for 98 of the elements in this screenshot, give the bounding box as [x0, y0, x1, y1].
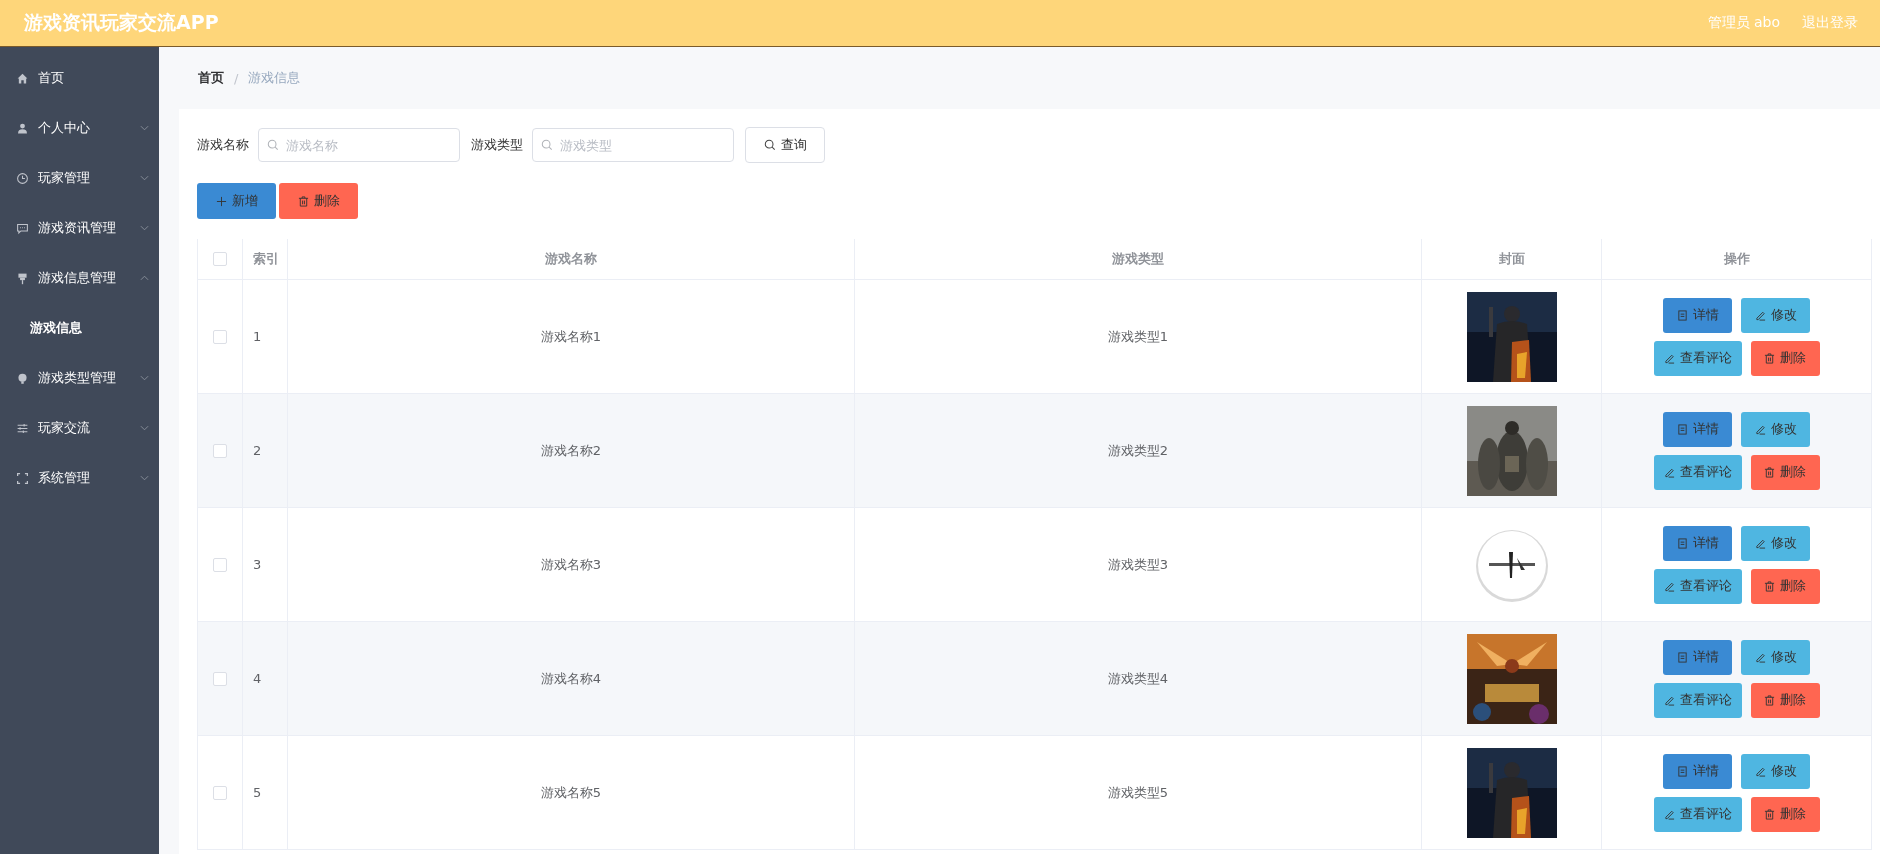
home-icon	[16, 71, 29, 85]
detail-button[interactable]: 详情	[1663, 525, 1732, 561]
trash-icon	[1764, 694, 1775, 706]
pencil-icon	[1754, 423, 1766, 435]
pencil-icon	[1754, 537, 1766, 549]
breadcrumb-item: 游戏信息	[248, 69, 301, 87]
table-cell: 3	[253, 557, 262, 572]
column-header: 游戏名称	[545, 250, 597, 268]
table-cell: 游戏名称4	[540, 669, 602, 688]
trash-icon	[1764, 580, 1775, 592]
table-cell: 游戏类型4	[1107, 669, 1169, 688]
checkbox[interactable]	[213, 785, 227, 800]
sliders-icon	[16, 421, 29, 435]
pencil-icon	[1754, 309, 1766, 321]
query-button[interactable]: 查询	[745, 127, 825, 163]
table-cell: 游戏名称2	[540, 441, 602, 460]
document-icon	[1676, 651, 1688, 663]
field-label: 游戏类型	[471, 136, 523, 154]
pin-icon	[16, 271, 29, 285]
document-icon	[1676, 309, 1688, 321]
table-cell: 1	[253, 329, 262, 344]
table-cell: 2	[253, 443, 262, 458]
pencil-icon	[1663, 466, 1675, 478]
menu-item[interactable]: 玩家管理	[0, 153, 159, 203]
field-label: 游戏名称	[197, 136, 249, 154]
pencil-icon	[1663, 352, 1675, 364]
table-cell: 游戏类型2	[1107, 441, 1169, 460]
trash-icon	[1764, 466, 1775, 478]
clock-icon	[16, 171, 29, 185]
comment-button[interactable]: 查看评论	[1653, 682, 1742, 718]
table-cell: 4	[253, 671, 262, 686]
table-cell: 游戏名称1	[540, 327, 602, 346]
comment-button[interactable]: 查看评论	[1653, 340, 1742, 376]
pencil-icon	[1754, 765, 1766, 777]
table-cell: 游戏类型5	[1107, 783, 1169, 802]
table-cell: 游戏类型1	[1107, 327, 1169, 346]
column-header: 游戏类型	[1112, 250, 1164, 268]
table-cell: 5	[253, 785, 262, 800]
search-icon	[763, 139, 776, 151]
delete-button[interactable]: 删除	[1750, 340, 1820, 376]
pencil-icon	[1663, 694, 1675, 706]
breadcrumb-item[interactable]: 首页	[198, 69, 224, 87]
delete-button[interactable]: 删除	[279, 183, 358, 219]
document-icon	[1676, 423, 1688, 435]
bulb-icon	[16, 371, 29, 385]
edit-button[interactable]: 修改	[1741, 297, 1810, 333]
pencil-icon	[1754, 651, 1766, 663]
plus-icon	[215, 195, 227, 207]
search-field[interactable]: 游戏类型	[532, 128, 734, 162]
user-name: 管理员 abo	[1707, 14, 1780, 32]
menu-item[interactable]: 游戏类型管理	[0, 353, 159, 403]
column-header: 封面	[1498, 250, 1525, 268]
column-header: 操作	[1723, 250, 1750, 268]
checkbox[interactable]	[213, 252, 227, 266]
comment-button[interactable]: 查看评论	[1653, 454, 1742, 490]
trash-icon	[1764, 352, 1775, 364]
edit-button[interactable]: 修改	[1741, 753, 1810, 789]
table-cell: 游戏类型3	[1107, 555, 1169, 574]
delete-button[interactable]: 删除	[1750, 454, 1820, 490]
menu-item[interactable]: 系统管理	[0, 453, 159, 503]
menu-item[interactable]: 个人中心	[0, 103, 159, 153]
pencil-icon	[1663, 580, 1675, 592]
checkbox[interactable]	[213, 329, 227, 344]
trash-icon	[297, 195, 309, 207]
comment-button[interactable]: 查看评论	[1653, 796, 1742, 832]
detail-button[interactable]: 详情	[1663, 297, 1732, 333]
edit-button[interactable]: 修改	[1741, 525, 1810, 561]
delete-button[interactable]: 删除	[1750, 568, 1820, 604]
edit-button[interactable]: 修改	[1741, 639, 1810, 675]
document-icon	[1676, 765, 1688, 777]
comment-button[interactable]: 查看评论	[1653, 568, 1742, 604]
table-cell: 游戏名称3	[540, 555, 602, 574]
frame-icon	[16, 471, 29, 485]
user-icon	[16, 121, 29, 135]
checkbox[interactable]	[213, 671, 227, 686]
menu-item[interactable]: 首页	[0, 53, 159, 103]
document-icon	[1676, 537, 1688, 549]
menu-item[interactable]: 玩家交流	[0, 403, 159, 453]
breadcrumb-separator: /	[234, 70, 239, 86]
app-title: 游戏资讯玩家交流APP	[24, 10, 219, 35]
checkbox[interactable]	[213, 557, 227, 572]
menu-item[interactable]: 游戏资讯管理	[0, 203, 159, 253]
edit-button[interactable]: 修改	[1741, 411, 1810, 447]
trash-icon	[1764, 808, 1775, 820]
submenu-item[interactable]: 游戏信息	[0, 303, 159, 353]
search-field[interactable]: 游戏名称	[258, 128, 460, 162]
detail-button[interactable]: 详情	[1663, 753, 1732, 789]
table-cell: 游戏名称5	[540, 783, 602, 802]
column-header: 索引	[253, 250, 279, 268]
checkbox[interactable]	[213, 443, 227, 458]
menu-item[interactable]: 游戏信息管理	[0, 253, 159, 303]
chat-icon	[16, 221, 29, 235]
pencil-icon	[1663, 808, 1675, 820]
delete-button[interactable]: 删除	[1750, 682, 1820, 718]
detail-button[interactable]: 详情	[1663, 639, 1732, 675]
add-button[interactable]: 新增	[197, 183, 276, 219]
detail-button[interactable]: 详情	[1663, 411, 1732, 447]
delete-button[interactable]: 删除	[1750, 796, 1820, 832]
